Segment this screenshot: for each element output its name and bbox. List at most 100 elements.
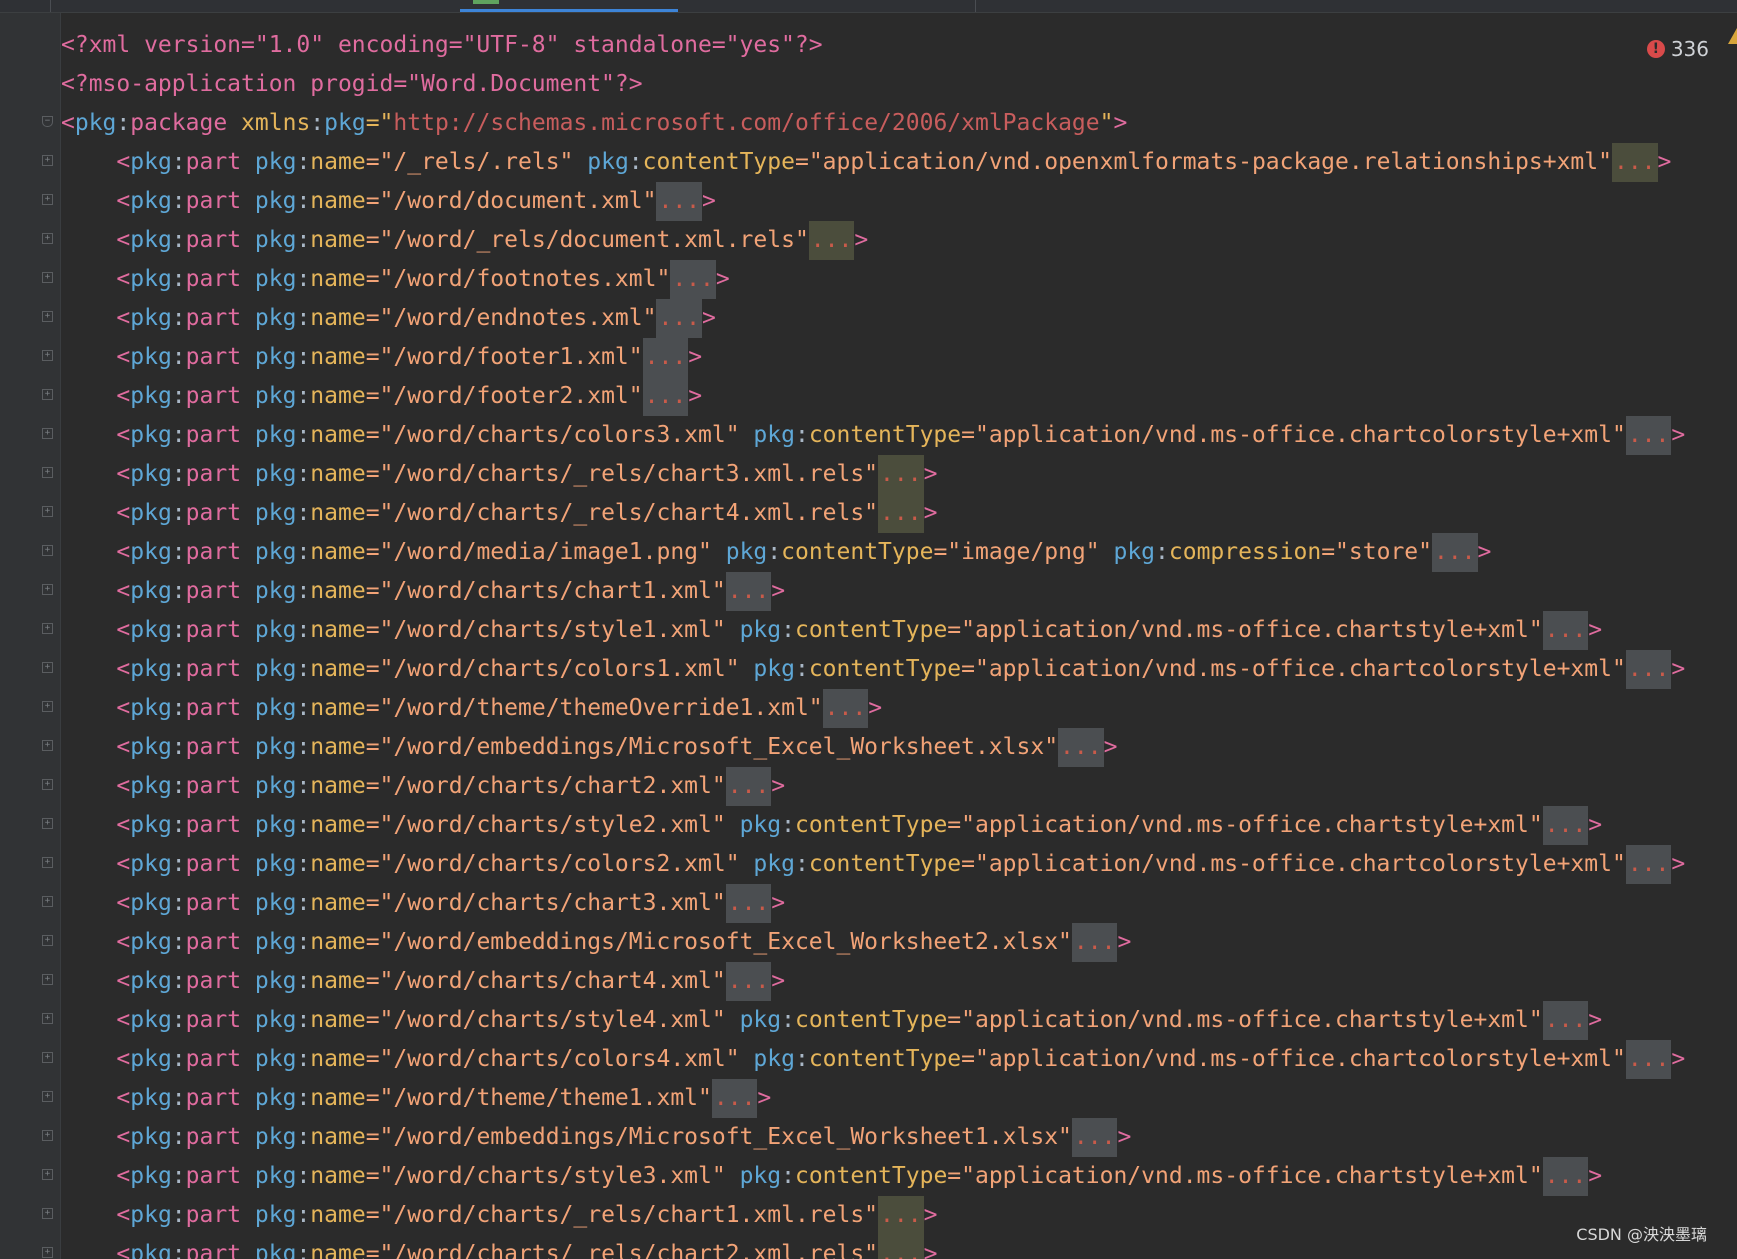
folded-content-placeholder[interactable]: ... — [725, 572, 772, 611]
expand-fold-icon[interactable]: + — [42, 272, 53, 283]
code-line[interactable]: + <pkg:part pkg:name="/word/charts/style… — [42, 1157, 1737, 1196]
code-line[interactable]: + <pkg:part pkg:name="/word/charts/style… — [42, 806, 1737, 845]
code-line[interactable]: + <pkg:part pkg:name="/word/charts/style… — [42, 611, 1737, 650]
expand-fold-icon[interactable]: + — [42, 779, 53, 790]
fold-toggle-icon[interactable]: − — [42, 116, 53, 127]
expand-fold-icon[interactable]: + — [42, 701, 53, 712]
folded-content-placeholder[interactable]: ... — [1431, 533, 1478, 572]
code-line[interactable]: + <pkg:part pkg:name="/word/theme/theme1… — [42, 1079, 1737, 1118]
folded-content-placeholder[interactable]: ... — [656, 299, 703, 338]
expand-fold-icon[interactable]: + — [42, 467, 53, 478]
expand-fold-icon[interactable]: + — [42, 974, 53, 985]
code-line[interactable]: + <pkg:part pkg:name="/word/charts/color… — [42, 1040, 1737, 1079]
expand-fold-icon[interactable]: + — [42, 1052, 53, 1063]
expand-fold-icon[interactable]: + — [42, 428, 53, 439]
code-line[interactable]: + <pkg:part pkg:name="/word/embeddings/M… — [42, 923, 1737, 962]
folded-content-placeholder[interactable]: ... — [808, 221, 855, 260]
code-line[interactable]: + <pkg:part pkg:name="/word/document.xml… — [42, 182, 1737, 221]
code-line[interactable]: + <pkg:part pkg:name="/word/embeddings/M… — [42, 1118, 1737, 1157]
expand-fold-icon[interactable]: + — [42, 740, 53, 751]
tag-bracket: < — [116, 149, 131, 175]
code-line[interactable]: <?mso-application progid="Word.Document"… — [61, 65, 1737, 104]
expand-fold-icon[interactable]: + — [42, 233, 53, 244]
code-line[interactable]: + <pkg:part pkg:name="/word/_rels/docume… — [42, 221, 1737, 260]
folded-content-placeholder[interactable]: ... — [1625, 650, 1672, 689]
code-editor[interactable]: ! 336 <?xml version="1.0" encoding="UTF-… — [42, 13, 1737, 1259]
attribute-name: contentType — [794, 617, 948, 643]
expand-fold-icon[interactable]: + — [42, 311, 53, 322]
folded-content-placeholder[interactable]: ... — [1542, 806, 1589, 845]
folded-content-placeholder[interactable]: ... — [878, 1235, 924, 1259]
code-line[interactable]: <?xml version="1.0" encoding="UTF-8" sta… — [61, 26, 1737, 65]
folded-content-placeholder[interactable]: ... — [642, 377, 689, 416]
code-line[interactable]: + <pkg:part pkg:name="/word/media/image1… — [42, 533, 1737, 572]
code-line[interactable]: + <pkg:part pkg:name="/word/charts/_rels… — [42, 1196, 1737, 1235]
code-line[interactable]: + <pkg:part pkg:name="/word/footer2.xml"… — [42, 377, 1737, 416]
expand-fold-icon[interactable]: + — [42, 1091, 53, 1102]
code-line[interactable]: + <pkg:part pkg:name="/_rels/.rels" pkg:… — [42, 143, 1737, 182]
code-line[interactable]: − <pkg:package xmlns:pkg="http://schemas.… — [42, 104, 1737, 143]
folded-content-placeholder[interactable]: ... — [670, 260, 716, 299]
expand-fold-icon[interactable]: + — [42, 584, 53, 595]
code-line[interactable]: + <pkg:part pkg:name="/word/embeddings/M… — [42, 728, 1737, 767]
folded-content-placeholder[interactable]: ... — [878, 494, 924, 533]
folded-content-placeholder[interactable]: ... — [878, 455, 924, 494]
code-line[interactable]: + <pkg:part pkg:name="/word/charts/chart… — [42, 572, 1737, 611]
folded-content-placeholder[interactable]: ... — [1071, 1118, 1118, 1157]
folded-content-placeholder[interactable]: ... — [1542, 1157, 1589, 1196]
folded-content-placeholder[interactable]: ... — [656, 182, 703, 221]
code-line[interactable]: + <pkg:part pkg:name="/word/charts/_rels… — [42, 494, 1737, 533]
code-line[interactable]: + <pkg:part pkg:name="/word/endnotes.xml… — [42, 299, 1737, 338]
expand-fold-icon[interactable]: + — [42, 545, 53, 556]
expand-fold-icon[interactable]: + — [42, 1169, 53, 1180]
folded-content-placeholder[interactable]: ... — [711, 1079, 758, 1118]
code-line[interactable]: + <pkg:part pkg:name="/word/footnotes.xm… — [42, 260, 1737, 299]
code-line[interactable]: + <pkg:part pkg:name="/word/charts/chart… — [42, 884, 1737, 923]
expand-fold-icon[interactable]: + — [42, 896, 53, 907]
expand-fold-icon[interactable]: + — [42, 1013, 53, 1024]
expand-fold-icon[interactable]: + — [42, 1247, 53, 1258]
code-line[interactable]: + <pkg:part pkg:name="/word/charts/chart… — [42, 962, 1737, 1001]
attribute-value: ="/word/charts/style2.xml" — [365, 812, 726, 838]
expand-fold-icon[interactable]: + — [42, 1130, 53, 1141]
expand-fold-icon[interactable]: + — [42, 350, 53, 361]
folded-content-placeholder[interactable]: ... — [1611, 143, 1658, 182]
expand-fold-icon[interactable]: + — [42, 194, 53, 205]
code-line[interactable]: + <pkg:part pkg:name="/word/footer1.xml"… — [42, 338, 1737, 377]
expand-fold-icon[interactable]: + — [42, 506, 53, 517]
code-line[interactable]: + <pkg:part pkg:name="/word/charts/color… — [42, 416, 1737, 455]
code-line[interactable]: + <pkg:part pkg:name="/word/charts/chart… — [42, 767, 1737, 806]
expand-fold-icon[interactable]: + — [42, 623, 53, 634]
tag-namespace: pkg — [130, 968, 172, 994]
code-line[interactable]: + <pkg:part pkg:name="/word/charts/color… — [42, 650, 1737, 689]
folded-content-placeholder[interactable]: ... — [1542, 1001, 1589, 1040]
code-line[interactable]: + <pkg:part pkg:name="/word/theme/themeO… — [42, 689, 1737, 728]
folded-content-placeholder[interactable]: ... — [1625, 416, 1672, 455]
folded-content-placeholder[interactable]: ... — [725, 767, 772, 806]
code-line[interactable]: + <pkg:part pkg:name="/word/charts/_rels… — [42, 455, 1737, 494]
expand-fold-icon[interactable]: + — [42, 662, 53, 673]
tag-namespace: pkg — [130, 578, 172, 604]
expand-fold-icon[interactable]: + — [42, 155, 53, 166]
folded-content-placeholder[interactable]: ... — [1058, 728, 1104, 767]
code-line[interactable]: + <pkg:part pkg:name="/word/charts/_rels… — [42, 1235, 1737, 1259]
folded-content-placeholder[interactable]: ... — [725, 962, 772, 1001]
code-line[interactable]: + <pkg:part pkg:name="/word/charts/color… — [42, 845, 1737, 884]
expand-fold-icon[interactable]: + — [42, 818, 53, 829]
expand-fold-icon[interactable]: + — [42, 935, 53, 946]
folded-content-placeholder[interactable]: ... — [642, 338, 689, 377]
expand-fold-icon[interactable]: + — [42, 389, 53, 400]
folded-content-placeholder[interactable]: ... — [1542, 611, 1589, 650]
folded-content-placeholder[interactable]: ... — [878, 1196, 924, 1235]
code-line[interactable]: + <pkg:part pkg:name="/word/charts/style… — [42, 1001, 1737, 1040]
folded-content-placeholder[interactable]: ... — [725, 884, 772, 923]
expand-fold-icon[interactable]: + — [42, 857, 53, 868]
folded-content-placeholder[interactable]: ... — [822, 689, 869, 728]
folded-content-placeholder[interactable]: ... — [1625, 845, 1672, 884]
warning-icon[interactable] — [1728, 28, 1737, 44]
tag-bracket: > — [1477, 539, 1492, 565]
active-editor-tab[interactable] — [460, 0, 678, 12]
folded-content-placeholder[interactable]: ... — [1071, 923, 1118, 962]
folded-content-placeholder[interactable]: ... — [1625, 1040, 1672, 1079]
expand-fold-icon[interactable]: + — [42, 1208, 53, 1219]
